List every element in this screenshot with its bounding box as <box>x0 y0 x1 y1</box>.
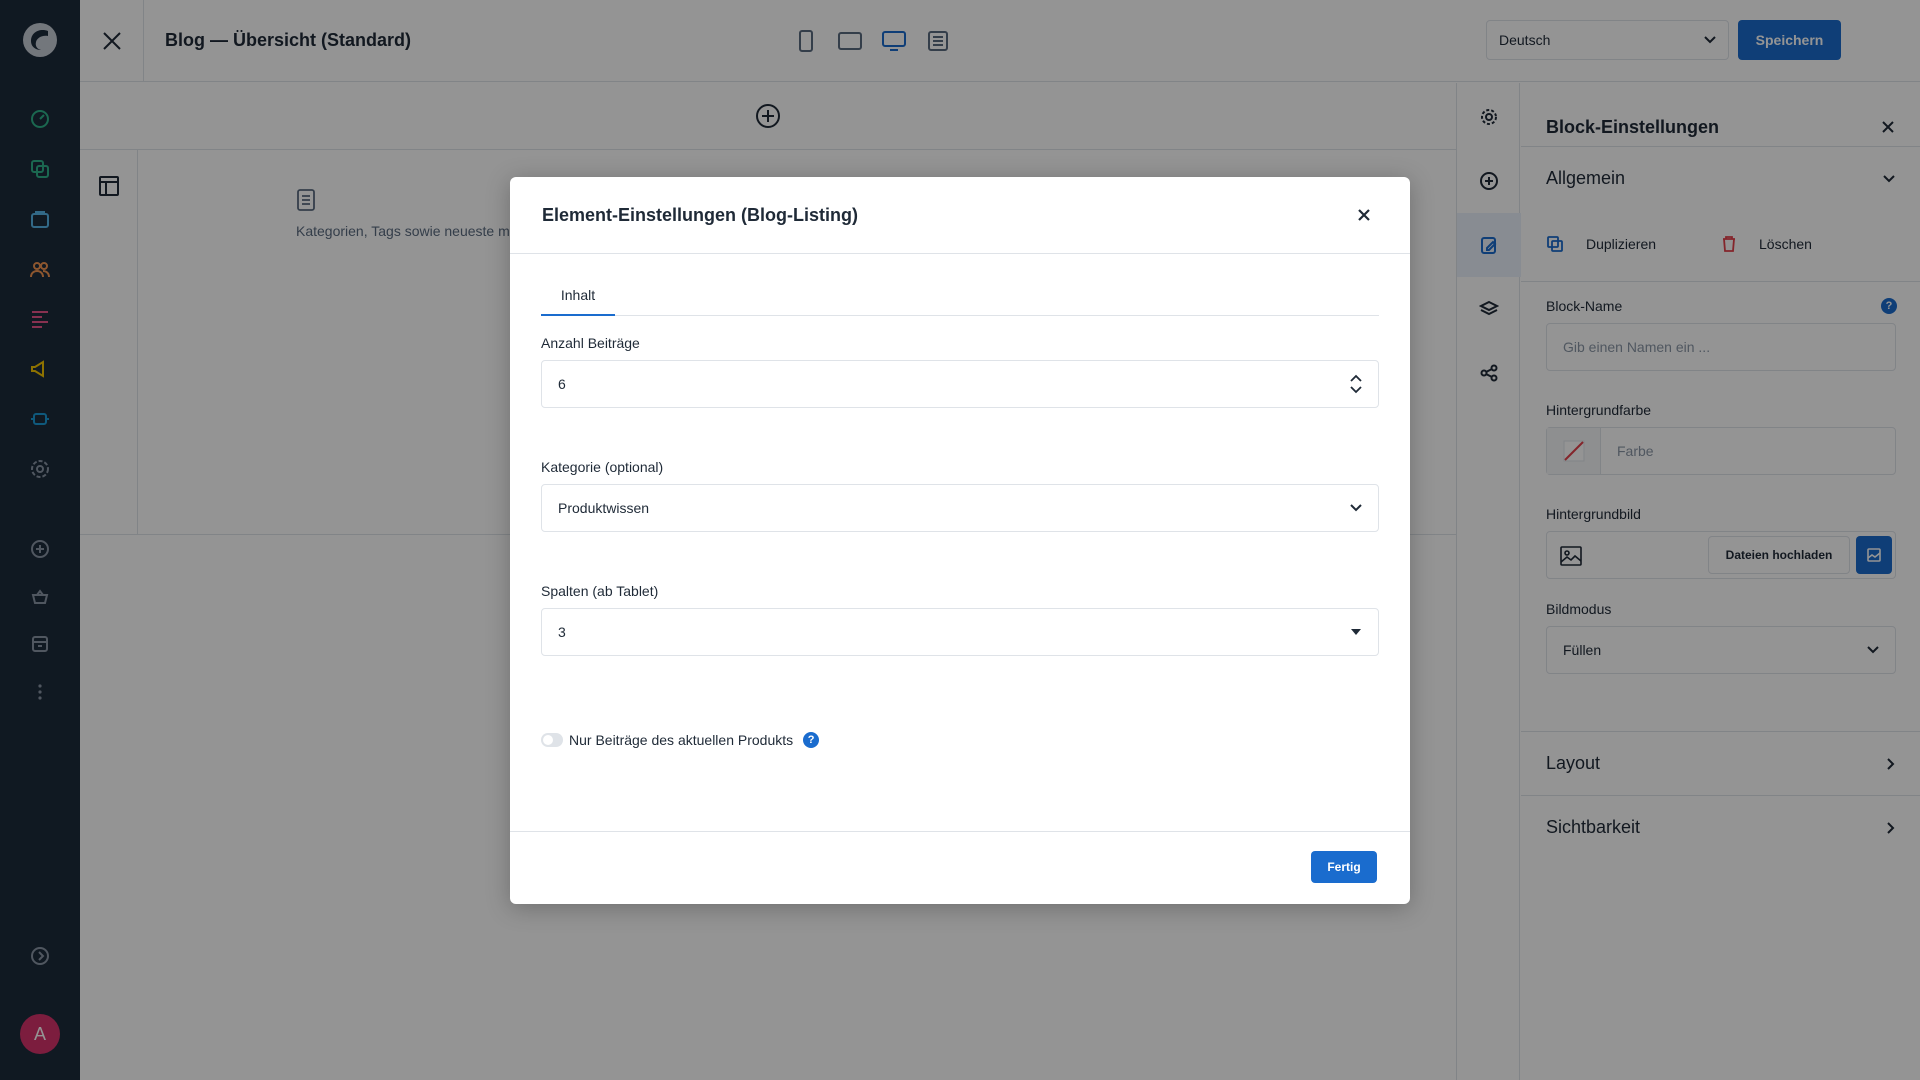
columns-label: Spalten (ab Tablet) <box>541 583 659 599</box>
modal-tabs: Inhalt <box>541 277 1379 316</box>
columns-select[interactable]: 3 <box>541 608 1379 656</box>
category-select[interactable]: Produktwissen <box>541 484 1379 532</box>
chevron-down-icon <box>1350 504 1362 512</box>
tab-content[interactable]: Inhalt <box>541 277 615 316</box>
modal-title: Element-Einstellungen (Blog-Listing) <box>542 205 858 225</box>
close-icon <box>1358 209 1370 221</box>
modal-header: Element-Einstellungen (Blog-Listing) <box>510 177 1410 254</box>
modal-close-button[interactable] <box>1352 203 1376 227</box>
category-value: Produktwissen <box>558 500 650 516</box>
current-product-toggle-row: Nur Beiträge des aktuellen Produkts ? <box>541 732 820 748</box>
chevron-up-icon <box>1350 374 1362 382</box>
chevron-down-icon <box>1350 386 1362 394</box>
post-count-label: Anzahl Beiträge <box>541 335 640 351</box>
element-settings-modal: Element-Einstellungen (Blog-Listing) Inh… <box>510 177 1410 904</box>
modal-footer: Fertig <box>510 831 1410 904</box>
quantity-stepper[interactable] <box>1350 374 1362 394</box>
columns-value: 3 <box>558 624 566 640</box>
current-product-label: Nur Beiträge des aktuellen Produkts <box>569 732 794 748</box>
post-count-value: 6 <box>558 376 566 392</box>
chevron-down-icon <box>1351 629 1361 635</box>
help-icon[interactable]: ? <box>803 732 820 748</box>
category-label: Kategorie (optional) <box>541 459 664 475</box>
post-count-input[interactable]: 6 <box>541 360 1379 408</box>
current-product-toggle[interactable] <box>541 733 563 747</box>
done-button[interactable]: Fertig <box>1311 851 1377 883</box>
